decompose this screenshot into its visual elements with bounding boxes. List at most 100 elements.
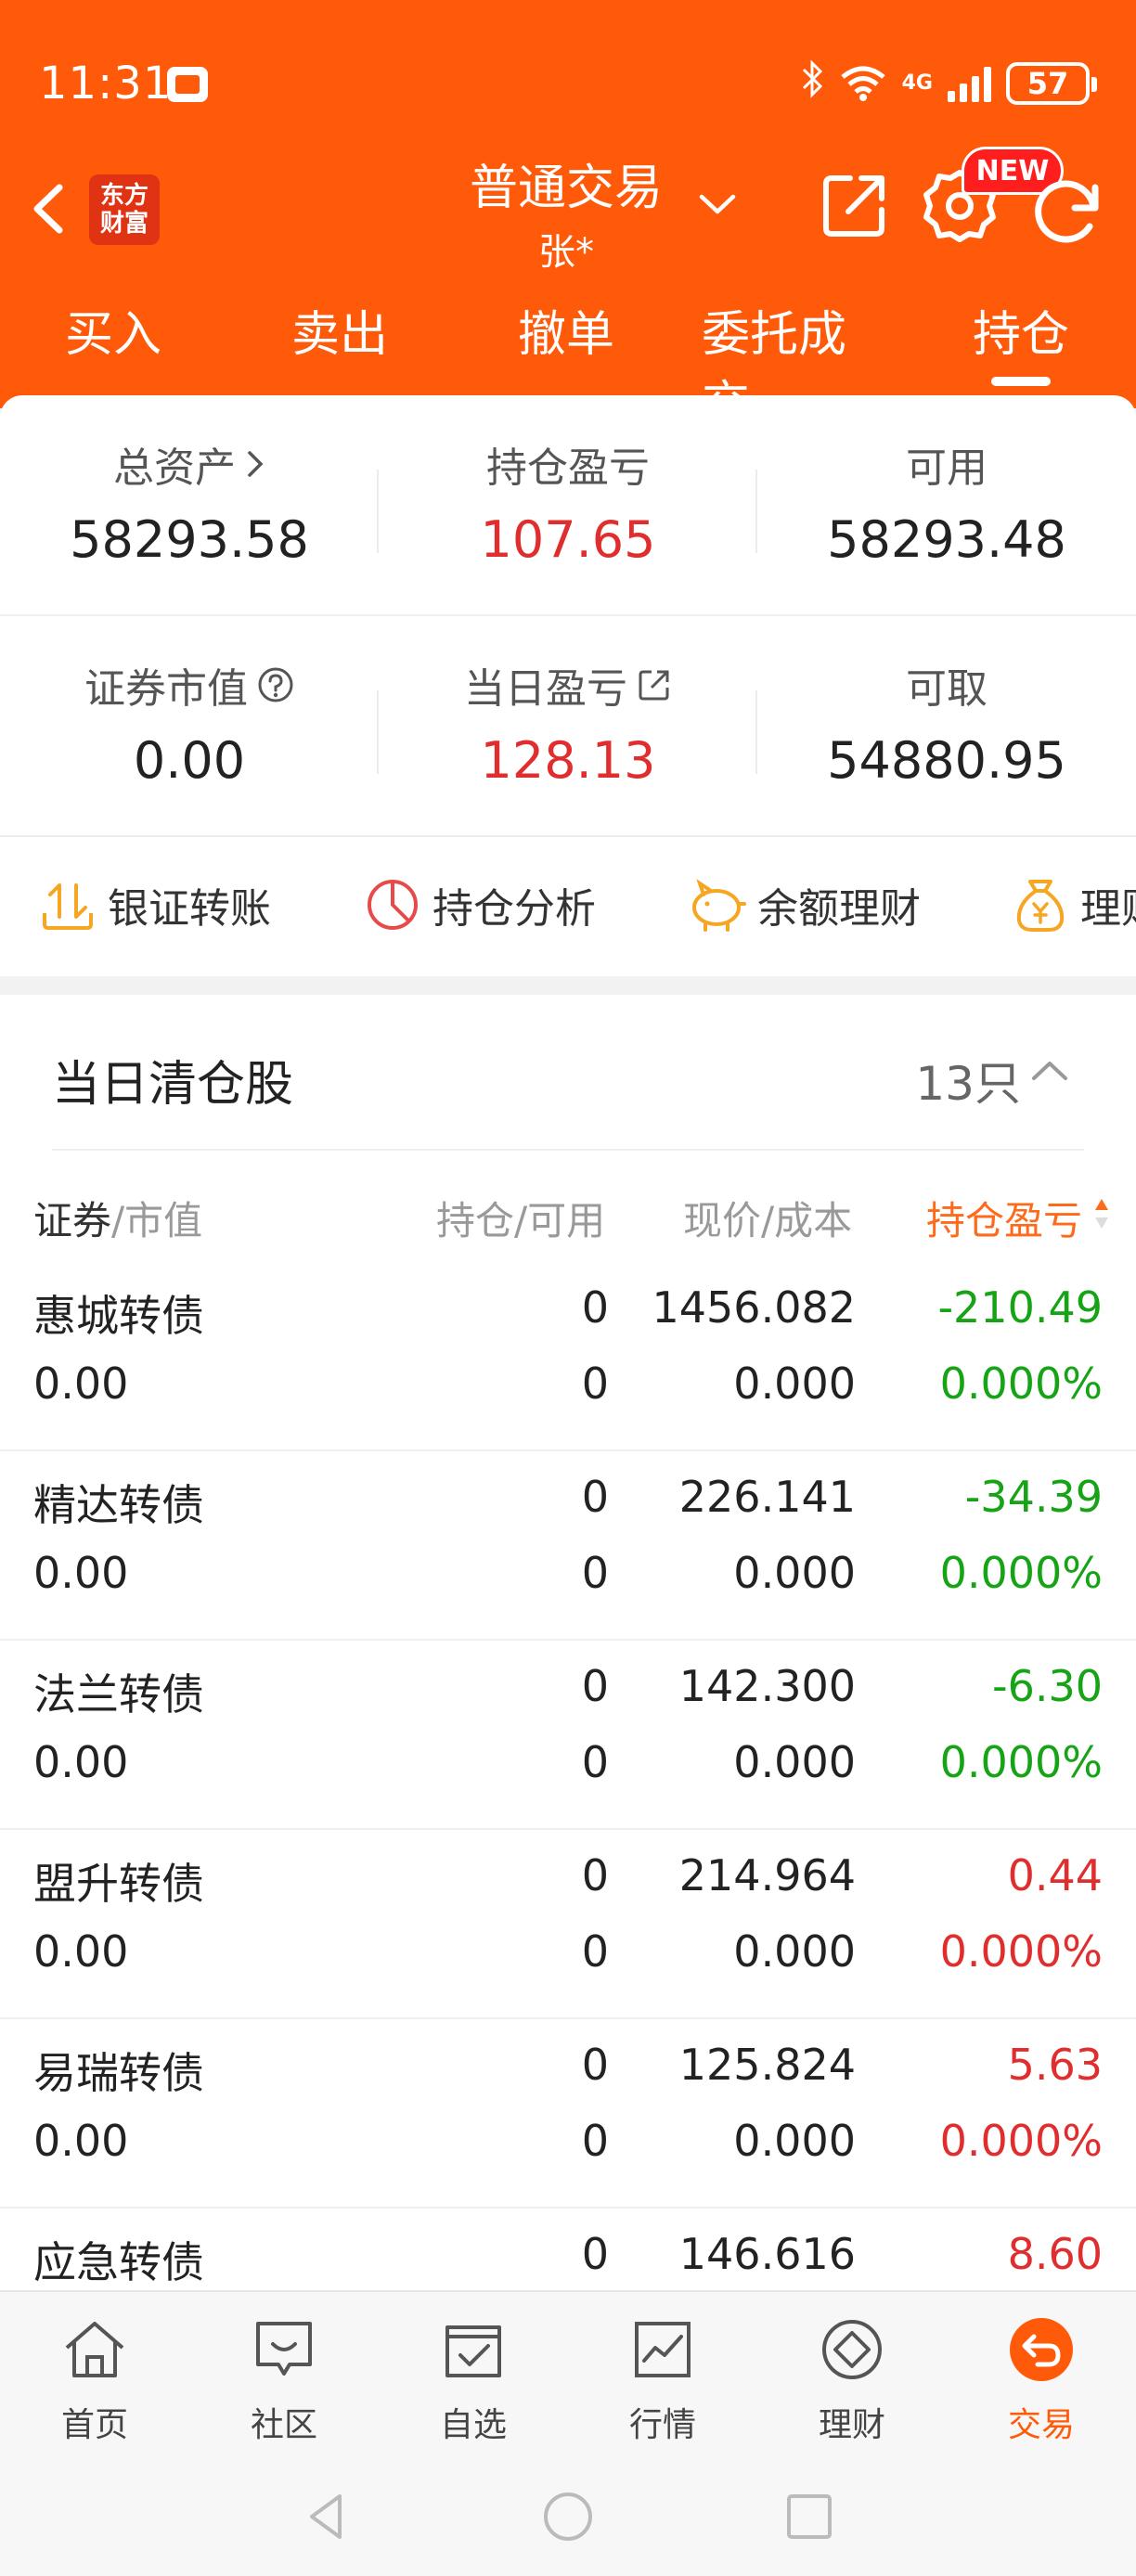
nav-home[interactable]: 首页	[0, 2314, 189, 2454]
pnl-percent: 0.000%	[939, 1926, 1103, 1977]
section-title: 当日清仓股	[52, 1057, 294, 1113]
tab-buy[interactable]: 买入	[20, 295, 206, 388]
col-security[interactable]: 证券/市值	[33, 1190, 202, 1246]
section-header[interactable]: 当日清仓股 13只	[0, 995, 1136, 1149]
chevron-down-icon[interactable]	[694, 186, 741, 223]
app-logo: 东方 财富	[89, 174, 160, 245]
position-qty: 0	[581, 1661, 609, 1711]
current-price: 1456.082	[652, 1282, 857, 1333]
nav-label: 理财	[818, 2406, 885, 2444]
security-name: 惠城转债	[33, 1291, 204, 1341]
security-name: 法兰转债	[33, 1669, 204, 1719]
holdings-table: 惠城转债 0.00 0 0 1456.082 0.000 -210.49 0.000% 精达转债…	[0, 1262, 1136, 2290]
tab-cancel[interactable]: 撤单	[473, 295, 659, 388]
tab-active-indicator	[991, 377, 1051, 386]
col-security-label: 证券	[33, 1198, 112, 1243]
table-row[interactable]: 易瑞转债 0.00 0 0 125.824 0.000 5.63 0.000%	[0, 2019, 1136, 2209]
page-title: 普通交易	[469, 161, 663, 216]
community-icon	[256, 2322, 312, 2376]
tab-orders[interactable]: 委托成交	[702, 295, 887, 432]
cleared-positions-section: 当日清仓股 13只 证券/市值 持仓/可用 现价/成本 持仓盈亏 惠城转债 0.0…	[0, 995, 1136, 2290]
account-selector[interactable]: 普通交易 张*	[427, 148, 705, 276]
position-analysis-shortcut[interactable]: 持仓分析	[364, 872, 596, 937]
tab-sell[interactable]: 卖出	[247, 295, 432, 388]
available-qty: 0	[581, 1926, 609, 1977]
chevron-right-icon	[248, 451, 264, 477]
market-value: 0.00	[33, 1548, 129, 1598]
shortcut-label: 余额理财	[757, 885, 921, 933]
available-qty: 0	[581, 2116, 609, 2166]
home-icon	[65, 2322, 124, 2377]
pnl-percent: 0.000%	[939, 2116, 1103, 2166]
signal-icon	[948, 65, 991, 102]
position-pnl: 5.63	[1007, 2040, 1103, 2090]
back-arrow-icon[interactable]	[24, 176, 76, 241]
table-row[interactable]: 盟升转债 0.00 0 0 214.964 0.000 0.44 0.000%	[0, 1830, 1136, 2019]
tab-positions[interactable]: 持仓	[928, 295, 1114, 388]
share-icon[interactable]	[819, 171, 889, 241]
finance-icon	[822, 2320, 882, 2379]
total-assets[interactable]: 总资产 58293.58	[0, 395, 379, 614]
notification-icon	[167, 67, 208, 102]
withdrawable: 可取 54880.95	[757, 616, 1136, 835]
market-value: 0.00	[33, 1926, 129, 1977]
bank-transfer-shortcut[interactable]: 银证转账	[39, 872, 271, 937]
bottom-nav: 首页 社区 自选 行情 理财 交易	[0, 2290, 1136, 2454]
trade-icon	[1010, 2318, 1073, 2381]
total-assets-value: 58293.58	[70, 510, 309, 569]
chevron-up-icon[interactable]	[1028, 1054, 1071, 1088]
withdrawable-label: 可取	[906, 665, 988, 713]
market-icon	[635, 2322, 691, 2377]
available-funds: 可用 58293.48	[757, 395, 1136, 614]
table-row[interactable]: 惠城转债 0.00 0 0 1456.082 0.000 -210.49 0.000%	[0, 1262, 1136, 1451]
balance-finance-shortcut[interactable]: 余额理财	[687, 872, 921, 937]
table-header: 证券/市值 持仓/可用 现价/成本 持仓盈亏	[0, 1151, 1136, 1262]
table-row[interactable]: 精达转债 0.00 0 0 226.141 0.000 -34.39 0.000%	[0, 1451, 1136, 1641]
current-price: 125.824	[678, 2040, 856, 2090]
nav-label: 自选	[439, 2406, 507, 2444]
available-qty: 0	[581, 1548, 609, 1598]
finance-shortcut[interactable]: 理财	[1012, 872, 1136, 937]
status-time: 11:31	[39, 58, 173, 109]
security-name: 盟升转债	[33, 1859, 204, 1909]
market-value-value: 0.00	[133, 731, 246, 790]
security-name: 应急转债	[33, 2237, 204, 2287]
bluetooth-icon	[802, 59, 824, 108]
help-icon[interactable]	[257, 666, 294, 703]
trade-tabs: 买入 卖出 撤单 委托成交 持仓	[0, 295, 1136, 432]
nav-market[interactable]: 行情	[568, 2314, 757, 2454]
today-pnl-label: 当日盈亏	[464, 665, 627, 713]
col-price[interactable]: 现价/成本	[683, 1190, 852, 1246]
today-pnl-value: 128.13	[480, 731, 656, 790]
current-price: 142.300	[678, 1661, 856, 1711]
position-pnl: 8.60	[1007, 2229, 1103, 2279]
pie-chart-icon	[368, 880, 418, 930]
nav-label: 社区	[250, 2406, 317, 2444]
system-recents-icon[interactable]	[781, 2489, 837, 2544]
system-home-icon[interactable]	[540, 2489, 596, 2544]
battery-icon: 57	[1006, 62, 1097, 105]
nav-trade[interactable]: 交易	[947, 2314, 1136, 2454]
nav-community[interactable]: 社区	[189, 2314, 379, 2454]
shortcut-bar: 银证转账 持仓分析 余额理财 理财	[0, 837, 1136, 967]
position-qty: 0	[581, 1850, 609, 1900]
position-pnl-label: 持仓盈亏	[486, 444, 650, 492]
position-pnl: -6.30	[991, 1661, 1103, 1711]
system-back-icon[interactable]	[299, 2489, 355, 2544]
sort-icon[interactable]	[1093, 1195, 1110, 1232]
market-value: 0.00	[33, 1737, 129, 1787]
current-price: 146.616	[678, 2229, 856, 2279]
cost-price: 0.000	[733, 1737, 856, 1787]
system-nav-bar	[0, 2454, 1136, 2576]
col-position[interactable]: 持仓/可用	[436, 1190, 605, 1246]
cost-price: 0.000	[733, 1548, 856, 1598]
nav-watchlist[interactable]: 自选	[379, 2314, 568, 2454]
nav-finance[interactable]: 理财	[757, 2314, 947, 2454]
refresh-icon[interactable]	[1028, 173, 1106, 251]
section-count: 13只	[915, 1057, 1021, 1111]
table-row[interactable]: 法兰转债 0.00 0 0 142.300 0.000 -6.30 0.000%	[0, 1641, 1136, 1830]
col-pnl[interactable]: 持仓盈亏	[926, 1190, 1082, 1246]
today-pnl[interactable]: 当日盈亏 128.13	[379, 616, 757, 835]
table-row[interactable]: 应急转债0.0000146.6160.0008.600.000%	[0, 2209, 1136, 2290]
transfer-icon	[43, 883, 93, 930]
